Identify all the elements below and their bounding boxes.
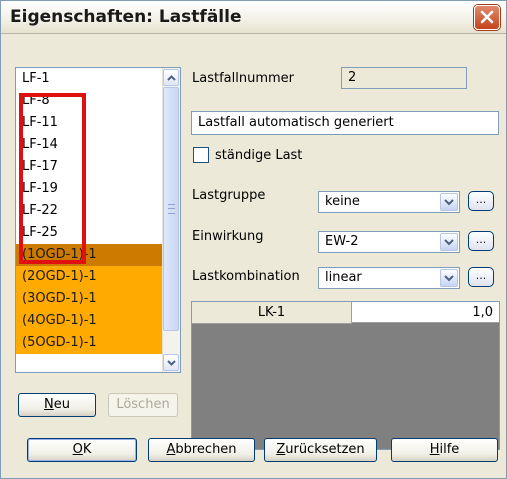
reset-label-rest: urücksetzen (285, 442, 365, 457)
ok-mnemonic: O (72, 442, 83, 457)
close-icon (480, 10, 494, 24)
new-label-rest: eu (53, 397, 70, 412)
group-select-value: keine (325, 194, 360, 209)
reset-button[interactable]: Zurücksetzen (264, 438, 377, 462)
list-item-generated[interactable]: (2OGD-1)-1 (16, 266, 180, 288)
properties-dialog: Eigenschaften: Lastfälle LF-1 LF-8 LF-11… (0, 0, 507, 479)
description-field[interactable]: Lastfall automatisch generiert (191, 111, 499, 135)
chevron-up-icon (167, 75, 176, 81)
delete-button: Löschen (108, 393, 178, 417)
action-select-value: EW-2 (325, 234, 359, 249)
action-browse-button[interactable]: ... (468, 231, 494, 251)
title-bar[interactable]: Eigenschaften: Lastfälle (1, 1, 506, 34)
ok-label-rest: K (82, 442, 92, 457)
grip-icon (168, 204, 175, 214)
scroll-down-button[interactable] (163, 354, 179, 371)
group-dropdown-button[interactable] (440, 193, 458, 211)
permanent-load-checkbox[interactable] (193, 147, 209, 163)
scroll-thumb[interactable] (163, 87, 179, 331)
action-select[interactable]: EW-2 (318, 231, 460, 253)
scroll-up-button[interactable] (163, 69, 179, 86)
list-item-generated[interactable]: (4OGD-1)-1 (16, 310, 180, 332)
list-item-generated[interactable]: (3OGD-1)-1 (16, 288, 180, 310)
chevron-down-icon (444, 199, 454, 206)
cancel-button[interactable]: Abbrechen (148, 438, 255, 462)
close-button[interactable] (474, 5, 500, 30)
grid-row-name[interactable]: LK-1 (192, 302, 352, 324)
list-item[interactable]: LF-1 (16, 68, 180, 90)
reset-mnemonic: Z (276, 442, 286, 457)
combination-dropdown-button[interactable] (440, 269, 458, 287)
number-label: Lastfallnummer (192, 71, 294, 86)
group-browse-button[interactable]: ... (468, 191, 494, 211)
permanent-load-label: ständige Last (215, 148, 303, 163)
combination-label: Lastkombination (192, 269, 300, 284)
combination-browse-button[interactable]: ... (468, 267, 494, 287)
chevron-down-icon (444, 275, 454, 282)
combination-select[interactable]: linear (318, 267, 460, 289)
list-scrollbar[interactable] (162, 68, 180, 372)
combination-grid[interactable]: LK-1 1,0 (191, 301, 500, 450)
annotation-highlight-box (19, 93, 86, 264)
grid-row-factor[interactable]: 1,0 (352, 302, 499, 323)
combination-select-value: linear (325, 270, 362, 285)
new-button[interactable]: Neu (18, 393, 96, 417)
ok-button[interactable]: OK (27, 438, 137, 462)
chevron-down-icon (167, 360, 176, 366)
list-item-generated[interactable]: (5OGD-1)-1 (16, 332, 180, 354)
number-field: 2 (341, 67, 467, 89)
new-mnemonic: N (44, 397, 54, 412)
help-button[interactable]: Hilfe (391, 438, 498, 462)
dialog-title: Eigenschaften: Lastfälle (10, 7, 242, 27)
action-label: Einwirkung (192, 229, 264, 244)
help-label-rest: ilfe (439, 442, 460, 457)
cancel-label-rest: bbrechen (175, 442, 237, 457)
chevron-down-icon (444, 239, 454, 246)
group-label: Lastgruppe (192, 188, 266, 203)
action-dropdown-button[interactable] (440, 233, 458, 251)
group-select[interactable]: keine (318, 191, 460, 213)
